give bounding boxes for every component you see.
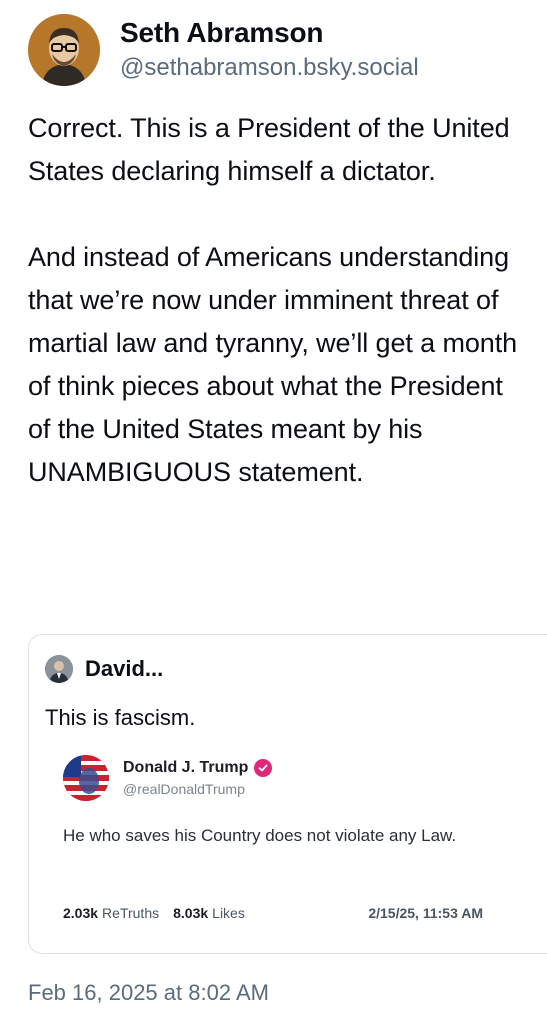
embedded-post-stats: 2.03k ReTruths 8.03k Likes 2/15/25, 11:5… [63, 905, 483, 921]
author-display-name[interactable]: Seth Abramson [120, 17, 419, 49]
embedded-author-handle: @realDonaldTrump [123, 781, 245, 797]
author-avatar[interactable] [28, 14, 100, 86]
quoted-author-name[interactable]: David... [85, 656, 163, 682]
retruths-count: 2.03k [63, 905, 99, 921]
post-author[interactable]: Seth Abramson @sethabramson.bsky.social [28, 14, 419, 86]
retruths-label: ReTruths [102, 905, 160, 921]
embedded-post-date: 2/15/25, 11:53 AM [368, 905, 483, 921]
quoted-post-header[interactable]: David... [45, 655, 163, 683]
post-text: Correct. This is a President of the Unit… [28, 113, 518, 487]
likes-label: Likes [212, 905, 245, 921]
author-handle[interactable]: @sethabramson.bsky.social [120, 53, 419, 83]
quoted-author-avatar-illustration [45, 655, 73, 683]
embedded-author-avatar-illustration [63, 755, 109, 801]
embedded-author-avatar [63, 755, 109, 801]
embedded-author-name: Donald J. Trump [123, 759, 249, 776]
likes-count: 8.03k [173, 905, 209, 921]
embedded-post-text: He who saves his Country does not violat… [63, 826, 457, 845]
verified-badge-icon [254, 759, 273, 777]
quoted-post-text: This is fascism. [45, 705, 196, 730]
quoted-author-avatar[interactable] [45, 655, 73, 683]
author-avatar-illustration [28, 14, 100, 86]
quoted-post-card[interactable]: David... This is fascism. Donald J. Trum… [28, 634, 547, 954]
embedded-truth-post: Donald J. Trump @realDonaldTrump He who … [63, 755, 503, 935]
post-timestamp[interactable]: Feb 16, 2025 at 8:02 AM [28, 980, 269, 1006]
